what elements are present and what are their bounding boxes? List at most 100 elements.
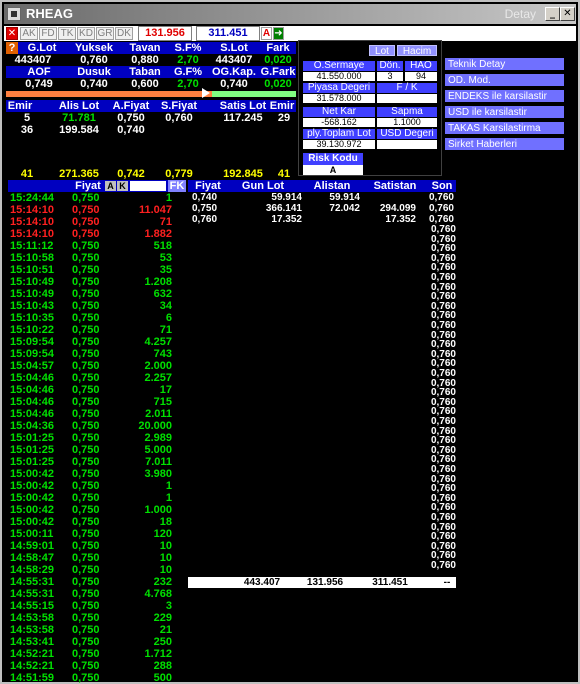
- trade-time: 15:09:54: [10, 348, 55, 360]
- trade-price: 0,750: [72, 348, 100, 360]
- trade-time: 15:09:54: [10, 336, 55, 348]
- close-button[interactable]: ✕: [560, 7, 575, 21]
- trade-lot: 2.257: [144, 372, 172, 384]
- val-sf: 2,70: [177, 54, 199, 66]
- trade-row: 14:58:47 0,750 10: [8, 552, 184, 564]
- trade-time: 15:10:22: [10, 324, 55, 336]
- trade-price: 0,750: [72, 252, 100, 264]
- depth-son: 0,760: [428, 203, 454, 214]
- trade-lot: 10: [159, 564, 172, 576]
- trade-price: 0,750: [72, 648, 100, 660]
- trade-lot: 10: [159, 552, 172, 564]
- label-sapma: Sapma: [377, 107, 437, 117]
- hacim-button[interactable]: Hacim: [397, 45, 437, 57]
- trade-time: 15:01:25: [10, 444, 55, 456]
- trade-row: 15:11:12 0,750 518: [8, 240, 184, 252]
- menu-od-mod[interactable]: OD. Mod.: [445, 74, 576, 87]
- trade-row: 15:04:57 0,750 2.000: [8, 360, 184, 372]
- depth-total-bar: 443.407 131.956 311.451 --: [188, 577, 456, 588]
- trade-lot: 10: [159, 540, 172, 552]
- trades-k-button[interactable]: K: [117, 181, 128, 191]
- trade-time: 15:00:42: [10, 516, 55, 528]
- minimize-button[interactable]: _: [545, 7, 560, 21]
- value-sapma: 1.1000: [377, 118, 437, 127]
- hdr-emir-buy: Emir: [7, 100, 33, 112]
- tab-fd[interactable]: FD: [39, 27, 57, 40]
- scrollbar[interactable]: [564, 42, 576, 682]
- menu-endeks[interactable]: ENDEKS ile karsilastir: [445, 90, 576, 103]
- trade-lot: 1.208: [144, 276, 172, 288]
- help-icon[interactable]: ?: [6, 42, 18, 54]
- tab-kd[interactable]: KD: [77, 27, 95, 40]
- trade-row: 15:10:51 0,750 35: [8, 264, 184, 276]
- menu-teknik-detay[interactable]: Teknik Detay: [445, 58, 576, 71]
- menu-takas[interactable]: TAKAS Karsilastirma: [445, 122, 576, 135]
- trade-lot: 1.712: [144, 648, 172, 660]
- trade-time: 14:55:31: [10, 576, 55, 588]
- trade-lot: 1: [165, 492, 172, 504]
- trade-time: 15:04:46: [10, 384, 55, 396]
- a-button[interactable]: A: [261, 27, 272, 40]
- trade-lot: 1.882: [144, 228, 172, 240]
- lot-button[interactable]: Lot: [369, 45, 395, 57]
- depth-hdr-fiyat: Fiyat: [195, 180, 221, 192]
- value-plytoplam: 39.130.972: [303, 140, 375, 149]
- trade-row: 14:55:15 0,750 3: [8, 600, 184, 612]
- menu-usd[interactable]: USD ile karsilastir: [445, 106, 576, 119]
- trade-row: 15:14:10 0,750 1.882: [8, 228, 184, 240]
- val-yuksek: 0,760: [80, 54, 108, 66]
- trade-price: 0,750: [72, 600, 100, 612]
- trade-lot: 11.047: [138, 204, 172, 216]
- hdr-afiyat: A.Fiyat: [112, 100, 150, 112]
- trade-row: 15:04:46 0,750 2.257: [8, 372, 184, 384]
- queue-emir-sell: 29: [277, 112, 291, 124]
- trade-price: 0,750: [72, 552, 100, 564]
- hdr-emir-sell: Emir: [269, 100, 295, 112]
- trade-row: 15:00:42 0,750 3.980: [8, 468, 184, 480]
- queue-total-alislot: 271.365: [59, 168, 99, 180]
- label-fk: F / K: [377, 83, 437, 93]
- hdr-alislot: Alis Lot: [58, 100, 100, 112]
- queue-afiyat: 0,750: [117, 112, 145, 124]
- range-bar-high: [212, 91, 296, 97]
- tab-tk[interactable]: TK: [58, 27, 76, 40]
- depth-alistan: 59.914: [329, 192, 360, 203]
- depth-hdr-gunlot: Gun Lot: [241, 180, 285, 192]
- trade-price: 0,750: [72, 468, 100, 480]
- trade-price: 0,750: [72, 636, 100, 648]
- queue-total-sfiyat: 0,779: [165, 168, 193, 180]
- tab-gr[interactable]: GR: [96, 27, 114, 40]
- arrow-right-icon[interactable]: ➜: [273, 27, 284, 40]
- trade-price: 0,750: [72, 540, 100, 552]
- trade-row: 15:24:44 0,750 1: [8, 192, 184, 204]
- label-don: Dön.: [377, 61, 403, 71]
- depth-hdr-son: Son: [431, 180, 453, 192]
- trades-filter-input[interactable]: [130, 181, 166, 191]
- label-plytoplam: ply.Toplam Lot: [303, 129, 375, 139]
- trade-row: 15:04:36 0,750 20.000: [8, 420, 184, 432]
- trade-time: 14:51:59: [10, 672, 55, 684]
- trade-time: 14:53:58: [10, 624, 55, 636]
- trade-price: 0,750: [72, 672, 100, 684]
- trade-price: 0,750: [72, 564, 100, 576]
- trade-price: 0,750: [72, 492, 100, 504]
- queue-total-afiyat: 0,742: [117, 168, 145, 180]
- trade-price: 0,750: [72, 228, 100, 240]
- trade-time: 15:10:43: [10, 300, 55, 312]
- trade-price: 0,750: [72, 216, 100, 228]
- trade-row: 14:51:59 0,750 500: [8, 672, 184, 684]
- val-dusuk: 0,740: [80, 78, 108, 90]
- trade-time: 15:04:46: [10, 372, 55, 384]
- close-tab-icon[interactable]: ✕: [6, 27, 18, 40]
- trade-price: 0,750: [72, 360, 100, 372]
- tab-dk[interactable]: DK: [115, 27, 133, 40]
- menu-haberler[interactable]: Sirket Haberleri: [445, 138, 576, 151]
- tab-ak[interactable]: AK: [20, 27, 38, 40]
- trade-price: 0,750: [72, 300, 100, 312]
- trade-price: 0,750: [72, 660, 100, 672]
- trades-fk-button[interactable]: FK: [168, 180, 186, 192]
- trades-a-button[interactable]: A: [105, 181, 116, 191]
- trade-lot: 632: [153, 288, 172, 300]
- title-bar[interactable]: RHEAG Detay _ ✕: [4, 4, 576, 24]
- queue-emir-buy: 36: [20, 124, 34, 136]
